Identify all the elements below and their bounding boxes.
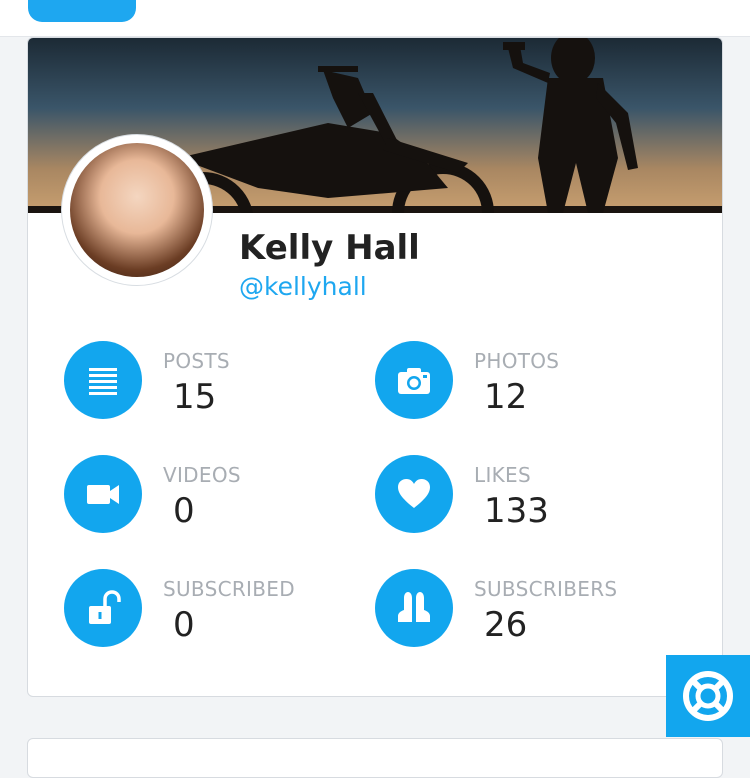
stat-value: 0 <box>173 605 195 645</box>
stat-label: SUBSCRIBED <box>163 577 295 601</box>
next-card <box>27 738 723 778</box>
subscribers-icon-circle <box>375 569 453 647</box>
stat-value: 26 <box>484 605 528 645</box>
stat-value: 0 <box>173 491 195 531</box>
stat-value: 15 <box>173 377 217 417</box>
stat-label: PHOTOS <box>474 349 560 373</box>
likes-icon-circle <box>375 455 453 533</box>
profile-avatar[interactable] <box>61 134 213 286</box>
top-bar <box>0 0 750 37</box>
camera-icon <box>398 368 430 394</box>
profile-name: Kelly Hall <box>239 228 420 268</box>
stat-subscribers[interactable]: SUBSCRIBERS 26 <box>375 569 675 649</box>
stat-posts[interactable]: POSTS 15 <box>64 341 364 421</box>
list-icon <box>89 368 117 395</box>
profile-handle[interactable]: @kellyhall <box>239 272 367 301</box>
life-ring-icon <box>683 671 733 721</box>
users-icon <box>398 592 430 622</box>
posts-icon-circle <box>64 341 142 419</box>
stat-value: 133 <box>484 491 549 531</box>
stat-value: 12 <box>484 377 528 417</box>
stat-label: LIKES <box>474 463 531 487</box>
subscribed-icon-circle <box>64 569 142 647</box>
stat-videos[interactable]: VIDEOS 0 <box>64 455 364 535</box>
avatar-photo <box>70 143 204 277</box>
heart-icon <box>398 479 430 508</box>
video-camera-icon <box>87 485 119 504</box>
stat-likes[interactable]: LIKES 133 <box>375 455 675 535</box>
stat-label: POSTS <box>163 349 230 373</box>
help-button[interactable] <box>666 655 750 737</box>
stat-subscribed[interactable]: SUBSCRIBED 0 <box>64 569 364 649</box>
profile-card: Kelly Hall @kellyhall POSTS 15 PHOTOS 12… <box>27 37 723 697</box>
videos-icon-circle <box>64 455 142 533</box>
unlock-icon <box>89 590 121 624</box>
photos-icon-circle <box>375 341 453 419</box>
stat-photos[interactable]: PHOTOS 12 <box>375 341 675 421</box>
stat-label: VIDEOS <box>163 463 241 487</box>
stat-label: SUBSCRIBERS <box>474 577 618 601</box>
app-logo[interactable] <box>28 0 136 22</box>
